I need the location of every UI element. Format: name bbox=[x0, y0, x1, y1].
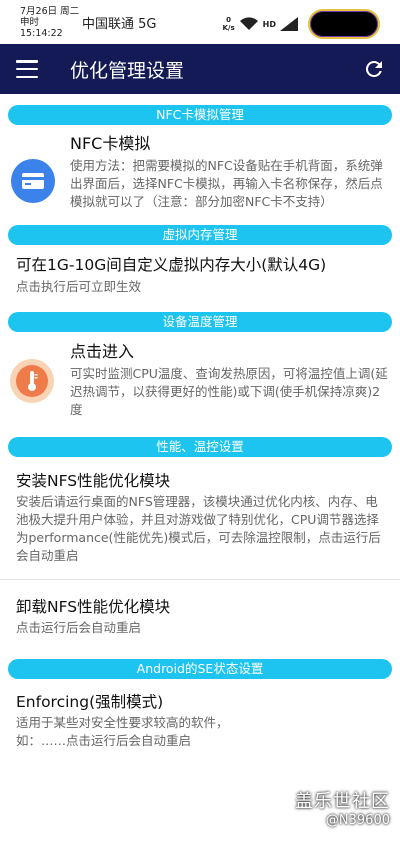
nfc-desc: 使用方法：把需要模拟的NFC设备贴在手机背面，系统弹出界面后，选择NFC卡模拟，… bbox=[70, 158, 383, 209]
status-clock: 7月26日 周二 申时 15:14:22 bbox=[20, 6, 80, 39]
watermark: 盖乐世社区 @N39600 bbox=[295, 787, 390, 828]
temp-item[interactable]: 点击进入 可实时监测CPU温度、查询发热原因，可将温控值上调(延迟热调节，以获得… bbox=[0, 341, 400, 419]
divider bbox=[0, 579, 400, 580]
section-header-perf: 性能、温控设置 bbox=[8, 437, 392, 457]
se-enforcing-title: Enforcing(强制模式) bbox=[16, 693, 164, 711]
section-header-se: Android的SE状态设置 bbox=[8, 659, 392, 679]
status-date: 7月26日 周二 bbox=[20, 5, 80, 17]
wifi-icon bbox=[239, 17, 258, 30]
menu-icon[interactable] bbox=[16, 60, 38, 78]
se-enforcing-item[interactable]: Enforcing(强制模式) 适用于某些对安全性要求较高的软件，如：……点击运… bbox=[0, 691, 400, 750]
temp-desc: 可实时监测CPU温度、查询发热原因，可将温控值上调(延迟热调节，以获得更好的性能… bbox=[70, 366, 388, 417]
uninstall-nfs-item[interactable]: 卸载NFS性能优化模块 点击运行后会自动重启 bbox=[0, 596, 400, 653]
uninstall-nfs-desc: 点击运行后会自动重启 bbox=[16, 620, 142, 635]
net-speed-value: 0 bbox=[226, 16, 232, 24]
status-icons: 0 K/s HD bbox=[223, 9, 380, 39]
vmem-title: 可在1G-10G间自定义虚拟内存大小(默认4G) bbox=[16, 256, 327, 274]
temp-title: 点击进入 bbox=[70, 342, 135, 361]
section-header-temp: 设备温度管理 bbox=[8, 312, 392, 332]
section-header-nfc: NFC卡模拟管理 bbox=[8, 105, 392, 125]
thermometer-icon bbox=[10, 359, 54, 403]
watermark-user: @N39600 bbox=[325, 813, 390, 828]
status-time: 申时 15:14:22 bbox=[20, 16, 63, 39]
nfc-item[interactable]: NFC卡模拟 使用方法：把需要模拟的NFC设备贴在手机背面，系统弹出界面后，选择… bbox=[0, 133, 400, 211]
status-carrier: 中国联通 5G bbox=[82, 16, 157, 32]
refresh-icon[interactable] bbox=[362, 57, 386, 81]
nfc-card-icon bbox=[11, 159, 55, 203]
signal-icon bbox=[280, 17, 298, 31]
vmem-item[interactable]: 可在1G-10G间自定义虚拟内存大小(默认4G) 点击执行后可立即生效 bbox=[0, 254, 400, 296]
se-enforcing-desc: 适用于某些对安全性要求较高的软件，如：……点击运行后会自动重启 bbox=[16, 715, 229, 748]
vmem-desc: 点击执行后可立即生效 bbox=[16, 279, 142, 294]
app-bar: 优化管理设置 bbox=[0, 44, 400, 94]
section-header-vmem: 虚拟内存管理 bbox=[8, 225, 392, 245]
install-nfs-item[interactable]: 安装NFS性能优化模块 安装后请运行桌面的NFS管理器，该模块通过优化内核、内存… bbox=[0, 470, 400, 579]
install-nfs-title: 安装NFS性能优化模块 bbox=[16, 472, 171, 490]
net-speed-unit: K/s bbox=[222, 24, 235, 32]
settings-list: NFC卡模拟管理 NFC卡模拟 使用方法：把需要模拟的NFC设备贴在手机背面，系… bbox=[0, 94, 400, 750]
camera-cutout bbox=[308, 9, 380, 39]
page-title: 优化管理设置 bbox=[70, 59, 185, 82]
hd-badge: HD bbox=[262, 19, 276, 29]
uninstall-nfs-title: 卸载NFS性能优化模块 bbox=[16, 598, 171, 616]
net-speed: 0 K/s bbox=[223, 16, 235, 32]
install-nfs-desc: 安装后请运行桌面的NFS管理器，该模块通过优化内核、内存、电池极大提升用户体验，… bbox=[16, 494, 381, 563]
watermark-title: 盖乐世社区 bbox=[295, 791, 390, 812]
status-bar: 7月26日 周二 申时 15:14:22 中国联通 5G 0 K/s HD bbox=[0, 0, 400, 44]
nfc-title: NFC卡模拟 bbox=[70, 134, 151, 153]
